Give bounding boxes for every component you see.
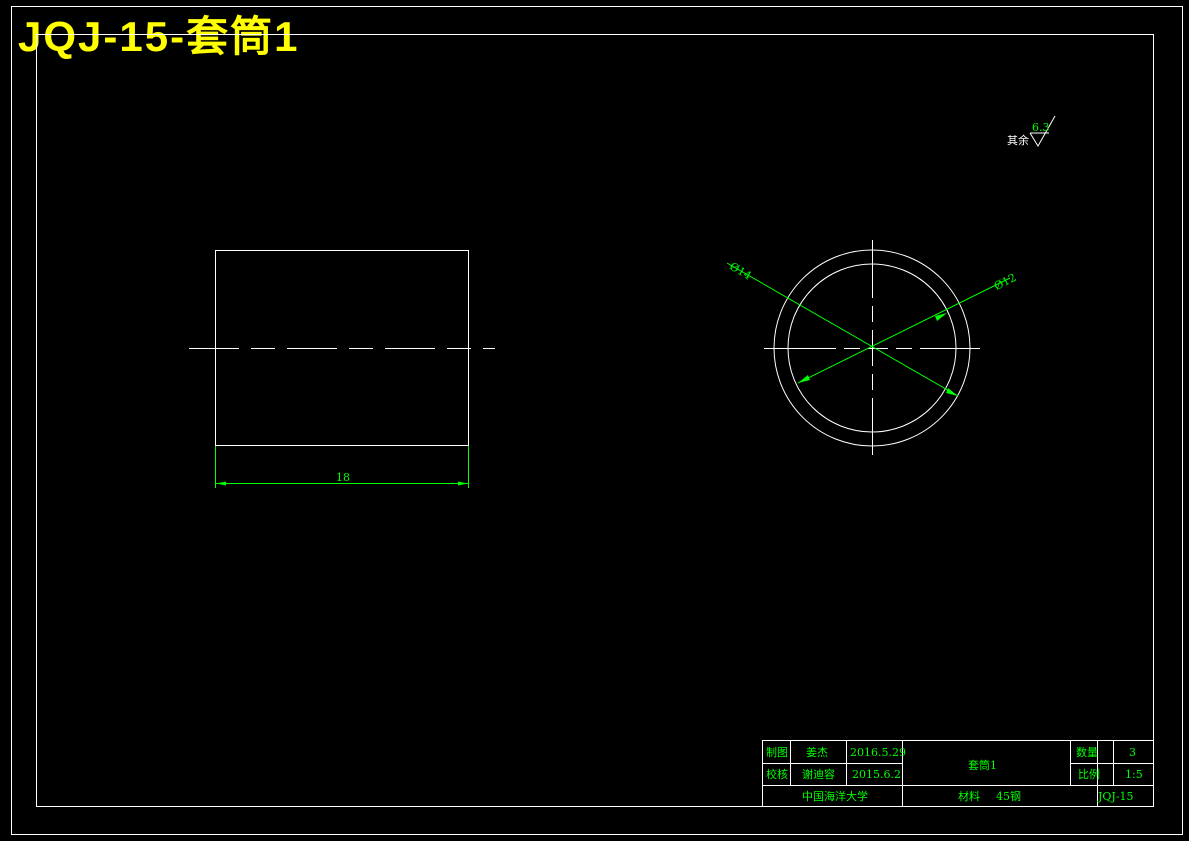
roughness-prefix-text: 其余: [1007, 133, 1029, 147]
inner-diameter-text: Ø12: [992, 271, 1018, 293]
inner-frame: [36, 34, 1154, 807]
tb-quantity-label: 数量: [1076, 746, 1098, 759]
tb-checked-date: 2015.6.2: [852, 768, 901, 781]
outer-diameter-text: Ø14: [727, 260, 753, 283]
tb-drawing-no: JQJ-15: [1097, 790, 1134, 803]
tb-material-label: 材料: [958, 789, 980, 803]
outer-diameter-leader: [726, 262, 959, 397]
inner-diameter-leader: [797, 277, 1011, 384]
cad-drawing: 18 Ø14 Ø12 其余 6.3 制图 姜杰 2016.5.29 校核 谢迪容…: [11, 6, 1183, 835]
tb-checked-name: 谢迪容: [802, 767, 835, 781]
tb-scale-value: 1:5: [1125, 768, 1143, 781]
roughness-value-text: 6.3: [1032, 121, 1050, 134]
outer-diameter-arrowhead: [946, 388, 958, 396]
surface-roughness-symbol: 其余 6.3: [1007, 115, 1056, 147]
tb-drawn-name: 姜杰: [806, 745, 828, 759]
tb-part-name: 套筒1: [968, 758, 997, 772]
tb-quantity-value: 3: [1129, 746, 1136, 759]
side-view: Ø14 Ø12: [726, 240, 1018, 455]
arrowhead-right: [458, 481, 468, 486]
tb-drawn-label: 制图: [766, 746, 788, 759]
arrowhead-left: [216, 481, 226, 486]
tb-drawn-date: 2016.5.29: [850, 746, 906, 759]
tb-scale-label: 比例: [1078, 767, 1100, 781]
outer-frame: [11, 6, 1183, 835]
tb-material-value: 45钢: [996, 790, 1021, 803]
tb-school: 中国海洋大学: [802, 789, 868, 803]
length-dimension-text: 18: [336, 471, 350, 484]
inner-diameter-arrowhead-a: [798, 375, 810, 383]
title-block: 制图 姜杰 2016.5.29 校核 谢迪容 2015.6.2 套筒1 数量 3…: [762, 740, 1154, 807]
front-view: 18: [189, 250, 495, 488]
tb-checked-label: 校核: [766, 767, 788, 781]
